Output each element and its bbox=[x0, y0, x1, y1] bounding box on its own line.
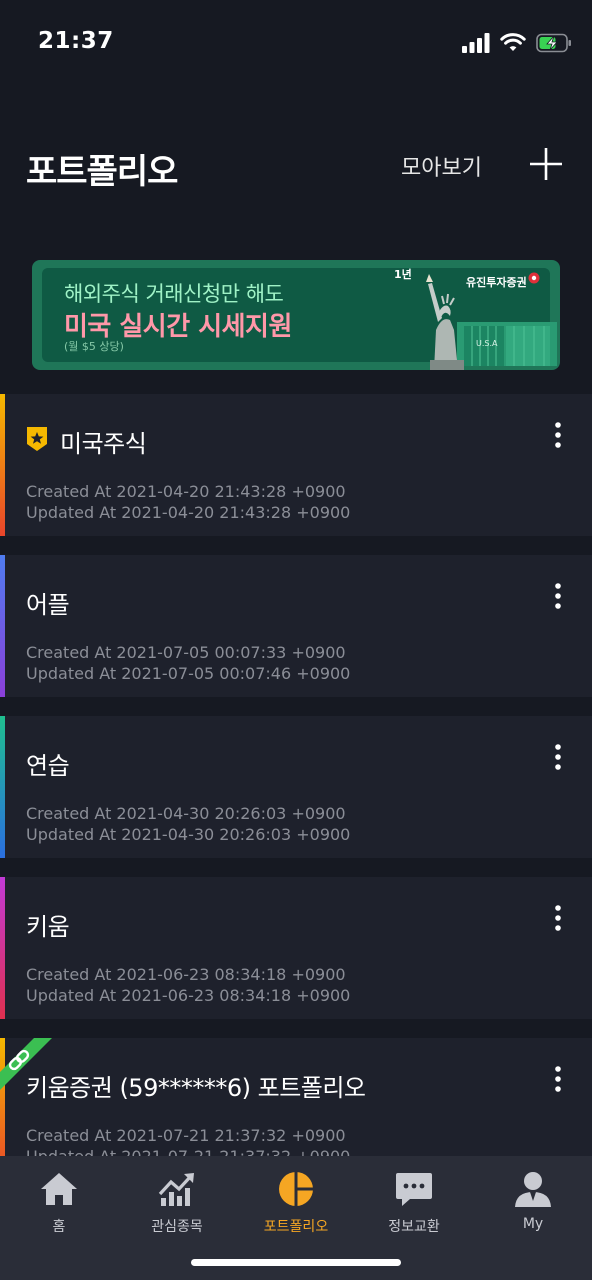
user-icon bbox=[515, 1172, 551, 1207]
more-options-icon[interactable] bbox=[548, 742, 568, 772]
add-icon[interactable] bbox=[526, 144, 566, 184]
status-icons bbox=[462, 30, 572, 56]
updated-at: Updated At 2021-07-05 00:07:46 +0900 bbox=[26, 664, 351, 683]
svg-text:U.S.A: U.S.A bbox=[476, 339, 498, 348]
portfolio-card[interactable]: 키움 Created At 2021-06-23 08:34:18 +0900 … bbox=[0, 877, 592, 1019]
card-color-bar bbox=[0, 877, 5, 1019]
more-options-icon[interactable] bbox=[548, 581, 568, 611]
tab-my[interactable]: My bbox=[474, 1170, 592, 1240]
pie-chart-icon bbox=[279, 1172, 313, 1206]
card-color-bar bbox=[0, 716, 5, 858]
more-options-icon[interactable] bbox=[548, 903, 568, 933]
view-all-button[interactable]: 모아보기 bbox=[401, 150, 482, 182]
updated-at: Updated At 2021-04-30 20:26:03 +0900 bbox=[26, 825, 351, 844]
created-at: Created At 2021-07-05 00:07:33 +0900 bbox=[26, 643, 346, 662]
tab-label: My bbox=[522, 1216, 544, 1232]
tab-watchlist[interactable]: 관심종목 bbox=[118, 1170, 236, 1240]
created-at: Created At 2021-04-20 21:43:28 +0900 bbox=[26, 482, 346, 501]
page-header: 포트폴리오 모아보기 bbox=[0, 130, 592, 200]
banner-brand: 유진투자증권 bbox=[466, 276, 527, 289]
status-time: 21:37 bbox=[38, 28, 114, 54]
updated-at: Updated At 2021-06-23 08:34:18 +0900 bbox=[26, 986, 351, 1005]
tab-label: 포트폴리오 bbox=[263, 1219, 329, 1235]
created-at: Created At 2021-07-21 21:37:32 +0900 bbox=[26, 1126, 346, 1145]
banner-headline: 해외주식 거래신청만 해도 bbox=[64, 282, 284, 306]
portfolio-name: 어플 bbox=[26, 591, 70, 619]
home-indicator bbox=[191, 1259, 401, 1266]
created-at: Created At 2021-06-23 08:34:18 +0900 bbox=[26, 965, 346, 984]
star-shield-icon bbox=[27, 427, 47, 451]
portfolio-card[interactable]: 연습 Created At 2021-04-30 20:26:03 +0900 … bbox=[0, 716, 592, 858]
more-options-icon[interactable] bbox=[548, 420, 568, 450]
portfolio-card[interactable]: 어플 Created At 2021-07-05 00:07:33 +0900 … bbox=[0, 555, 592, 697]
status-bar: 21:37 bbox=[0, 0, 592, 88]
card-color-bar bbox=[0, 555, 5, 697]
banner-badge: 1년 bbox=[394, 268, 412, 281]
portfolio-name: 미국주식 bbox=[60, 430, 147, 458]
cellular-signal-icon bbox=[462, 33, 490, 53]
home-icon bbox=[41, 1173, 77, 1205]
battery-charging-icon bbox=[536, 33, 571, 53]
tab-label: 정보교환 bbox=[388, 1219, 440, 1235]
brand-logo-icon bbox=[528, 272, 540, 284]
tab-info-exchange[interactable]: 정보교환 bbox=[355, 1170, 473, 1240]
card-color-bar bbox=[0, 394, 5, 536]
portfolio-card[interactable]: 미국주식 Created At 2021-04-20 21:43:28 +090… bbox=[0, 394, 592, 536]
portfolio-name: 연습 bbox=[26, 752, 70, 780]
more-options-icon[interactable] bbox=[548, 1064, 568, 1094]
updated-at: Updated At 2021-04-20 21:43:28 +0900 bbox=[26, 503, 351, 522]
chat-bubble-icon bbox=[396, 1173, 432, 1206]
portfolio-name: 키움증권 (59******6) 포트폴리오 bbox=[26, 1074, 366, 1102]
page-title: 포트폴리오 bbox=[26, 152, 178, 192]
tab-label: 홈 bbox=[52, 1219, 66, 1235]
tab-label: 관심종목 bbox=[151, 1219, 203, 1235]
tab-portfolio[interactable]: 포트폴리오 bbox=[237, 1170, 355, 1240]
portfolio-name: 키움 bbox=[26, 913, 70, 941]
wifi-icon bbox=[500, 33, 526, 51]
created-at: Created At 2021-04-30 20:26:03 +0900 bbox=[26, 804, 346, 823]
trend-chart-icon bbox=[158, 1173, 194, 1206]
tab-home[interactable]: 홈 bbox=[0, 1170, 118, 1240]
banner-note: (월 $5 상당) bbox=[64, 340, 124, 353]
